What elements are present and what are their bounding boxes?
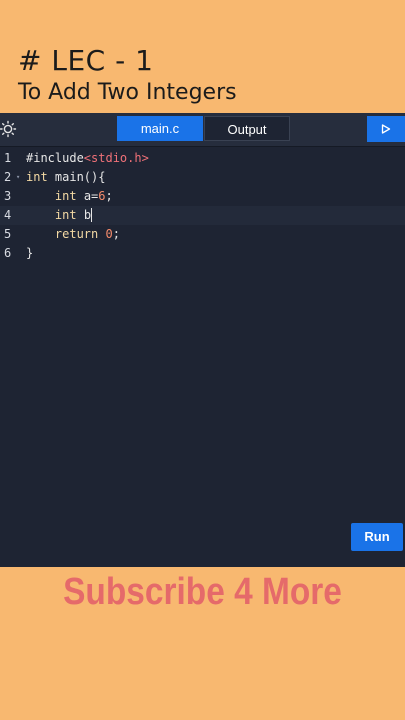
- code-token: <stdio.h>: [83, 151, 149, 165]
- tab-output[interactable]: Output: [204, 116, 290, 141]
- subscribe-banner: Subscribe 4 More: [63, 571, 342, 613]
- code-line[interactable]: 6}: [0, 244, 405, 263]
- code-text: #include<stdio.h>: [26, 149, 149, 168]
- code-text: return 0;: [26, 225, 120, 244]
- code-token: main(){: [47, 170, 106, 184]
- lecture-subtitle: To Add Two Integers: [18, 80, 237, 105]
- code-token: int: [54, 208, 77, 222]
- code-token: int: [26, 170, 48, 184]
- line-number: 5: [4, 227, 12, 241]
- text-cursor: [91, 208, 93, 222]
- line-number: 3: [4, 189, 12, 203]
- code-token: int: [54, 189, 77, 203]
- code-token: a=: [76, 189, 99, 203]
- code-line[interactable]: 1 #include<stdio.h>: [0, 149, 405, 168]
- code-token: ;: [105, 189, 113, 203]
- lecture-header: # LEC - 1 To Add Two Integers: [18, 44, 398, 108]
- lecture-title: # LEC - 1: [18, 44, 154, 77]
- code-text: int a=6;: [26, 187, 113, 206]
- run-button[interactable]: Run: [351, 523, 403, 551]
- page: # LEC - 1 To Add Two Integers main.c Out…: [0, 0, 405, 720]
- code-editor: main.c Output 1 #include<stdio.h> 2 ▾ int ma…: [0, 113, 405, 567]
- editor-toolbar: main.c Output: [0, 113, 405, 147]
- code-token: #include: [26, 151, 84, 165]
- code-token: b: [76, 208, 92, 222]
- code-token: 6: [98, 189, 106, 203]
- line-number: 6: [4, 246, 12, 260]
- sun-icon[interactable]: [0, 120, 18, 138]
- code-token: return: [54, 227, 99, 241]
- code-token: 0: [105, 227, 113, 241]
- code-area[interactable]: 1 #include<stdio.h> 2 ▾ int main(){3 int a=6…: [0, 149, 405, 263]
- code-text: int main(){: [26, 168, 105, 187]
- line-number: 1: [4, 151, 12, 165]
- code-line[interactable]: 5 return 0;: [0, 225, 405, 244]
- run-top-button[interactable]: [367, 116, 405, 142]
- play-icon: [381, 124, 391, 134]
- code-text: int b: [26, 206, 93, 225]
- code-token: ;: [112, 227, 120, 241]
- line-number: 4: [4, 208, 12, 222]
- code-line[interactable]: 2 ▾ int main(){: [0, 168, 405, 187]
- code-line[interactable]: 3 int a=6;: [0, 187, 405, 206]
- code-token: }: [26, 246, 34, 260]
- code-line[interactable]: 4 int b: [0, 206, 405, 225]
- tab-main-c[interactable]: main.c: [117, 116, 203, 141]
- code-text: }: [26, 244, 33, 263]
- fold-arrow-icon[interactable]: ▾: [16, 168, 20, 187]
- line-number: 2: [4, 170, 12, 184]
